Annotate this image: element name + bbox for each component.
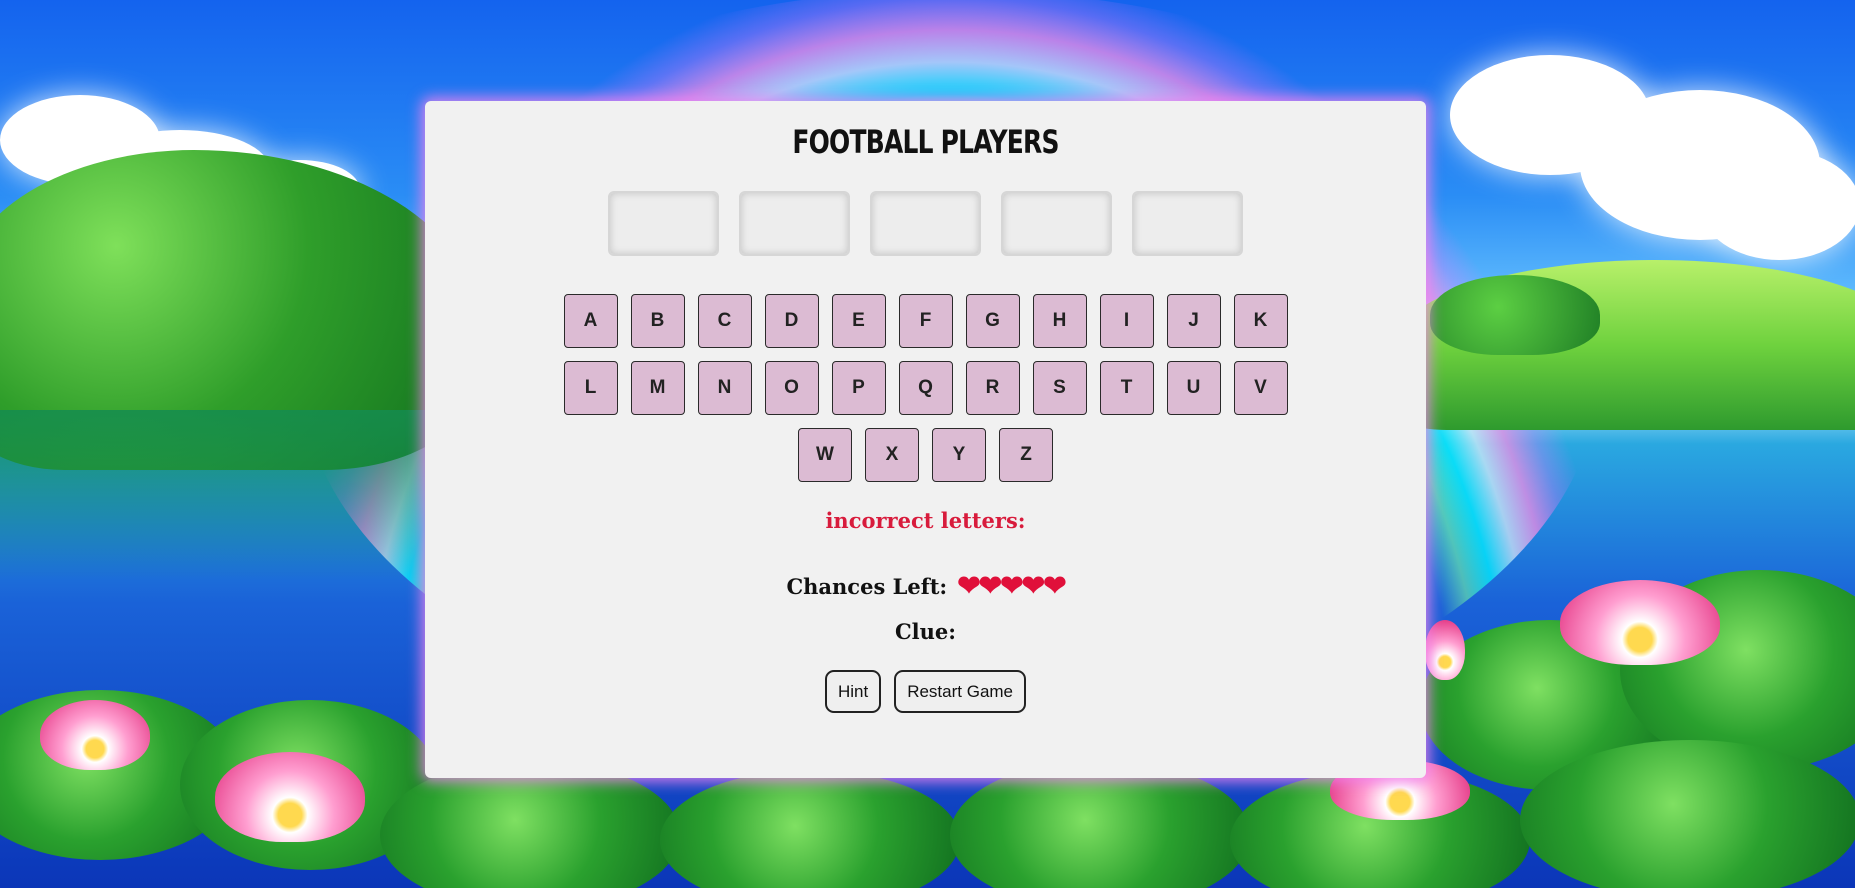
tree-right	[1430, 275, 1600, 355]
letter-key-y[interactable]: Y	[932, 428, 986, 482]
lotus-flower	[1560, 580, 1720, 665]
keyboard-row: A B C D E F G H I J K	[425, 294, 1426, 348]
letter-key-o[interactable]: O	[764, 361, 819, 415]
lily-pad	[1520, 740, 1855, 888]
game-panel: FOOTBALL PLAYERS A B C D E F G H I J K L…	[425, 101, 1426, 778]
letter-key-h[interactable]: H	[1032, 294, 1087, 348]
lotus-flower	[215, 752, 365, 842]
game-title: FOOTBALL PLAYERS	[792, 123, 1059, 161]
lily-pad	[660, 770, 960, 888]
lotus-flower	[1425, 620, 1465, 680]
letter-key-a[interactable]: A	[563, 294, 618, 348]
keyboard-row: L M N O P Q R S T U V	[425, 361, 1426, 415]
letter-key-n[interactable]: N	[697, 361, 752, 415]
water-reflection	[0, 410, 460, 580]
letter-key-b[interactable]: B	[630, 294, 685, 348]
cloud	[1700, 150, 1855, 260]
letter-key-k[interactable]: K	[1233, 294, 1288, 348]
action-buttons: Hint Restart Game	[425, 670, 1426, 713]
word-slots	[425, 191, 1426, 256]
letter-keyboard: A B C D E F G H I J K L M N O P Q R S T …	[425, 294, 1426, 495]
letter-key-r[interactable]: R	[965, 361, 1020, 415]
incorrect-letters-label: incorrect letters:	[825, 508, 1026, 533]
letter-key-u[interactable]: U	[1166, 361, 1221, 415]
hearts: ❤ ❤ ❤ ❤ ❤	[957, 569, 1067, 602]
letter-key-d[interactable]: D	[764, 294, 819, 348]
letter-key-s[interactable]: S	[1032, 361, 1087, 415]
letter-key-e[interactable]: E	[831, 294, 886, 348]
letter-key-w[interactable]: W	[798, 428, 852, 482]
letter-key-v[interactable]: V	[1233, 361, 1288, 415]
letter-slot	[739, 191, 850, 256]
letter-slot	[870, 191, 981, 256]
heart-icon: ❤	[1000, 569, 1024, 602]
heart-icon: ❤	[1021, 569, 1046, 602]
letter-key-f[interactable]: F	[898, 294, 953, 348]
letter-key-x[interactable]: X	[865, 428, 919, 482]
letter-key-j[interactable]: J	[1166, 294, 1221, 348]
letter-key-i[interactable]: I	[1099, 294, 1154, 348]
letter-slot	[1001, 191, 1112, 256]
hint-button[interactable]: Hint	[824, 670, 882, 713]
letter-key-m[interactable]: M	[630, 361, 685, 415]
heart-icon: ❤	[957, 569, 981, 602]
letter-key-t[interactable]: T	[1099, 361, 1154, 415]
clue-label: Clue:	[894, 619, 957, 644]
chances-left-label: Chances Left:	[786, 573, 948, 599]
letter-slot	[1132, 191, 1243, 256]
keyboard-row: W X Y Z	[425, 428, 1426, 482]
heart-icon: ❤	[978, 569, 1003, 602]
letter-key-l[interactable]: L	[563, 361, 618, 415]
letter-key-c[interactable]: C	[697, 294, 752, 348]
letter-slot	[608, 191, 719, 256]
heart-icon: ❤	[1043, 569, 1067, 602]
letter-key-z[interactable]: Z	[999, 428, 1053, 482]
letter-key-q[interactable]: Q	[898, 361, 953, 415]
letter-key-g[interactable]: G	[965, 294, 1020, 348]
lotus-flower	[40, 700, 150, 770]
chances-left: Chances Left: ❤ ❤ ❤ ❤ ❤	[425, 572, 1426, 600]
letter-key-p[interactable]: P	[831, 361, 886, 415]
lily-pad	[950, 760, 1250, 888]
restart-game-button[interactable]: Restart Game	[894, 670, 1027, 713]
